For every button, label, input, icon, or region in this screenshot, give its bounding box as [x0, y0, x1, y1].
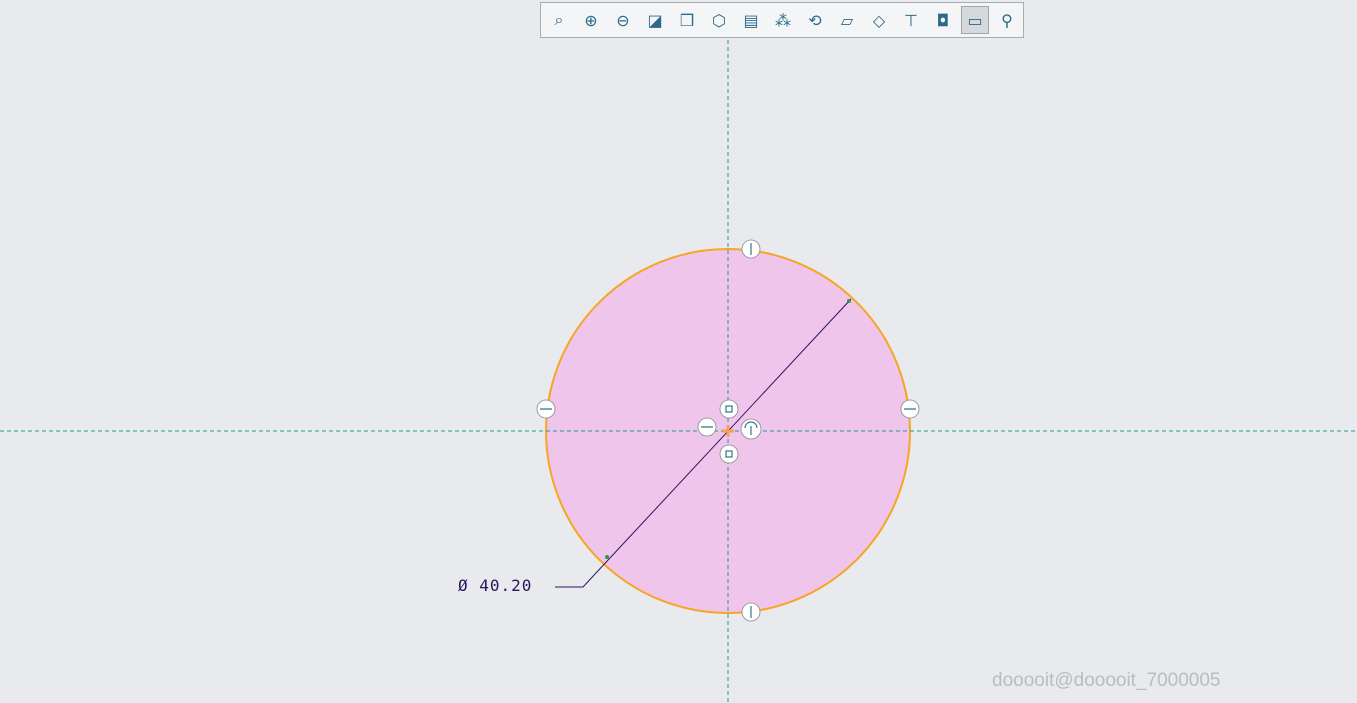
watermark: dooooit@dooooit_7000005 [992, 670, 1221, 691]
diameter-dimension-label[interactable]: Ø 40.20 [458, 576, 532, 595]
arrow-head [847, 299, 851, 303]
sketch-canvas[interactable] [0, 0, 1357, 703]
coincident-constraint-icon[interactable] [719, 399, 739, 419]
coincident-constraint-icon[interactable] [719, 444, 739, 464]
arrow-head [605, 555, 609, 559]
